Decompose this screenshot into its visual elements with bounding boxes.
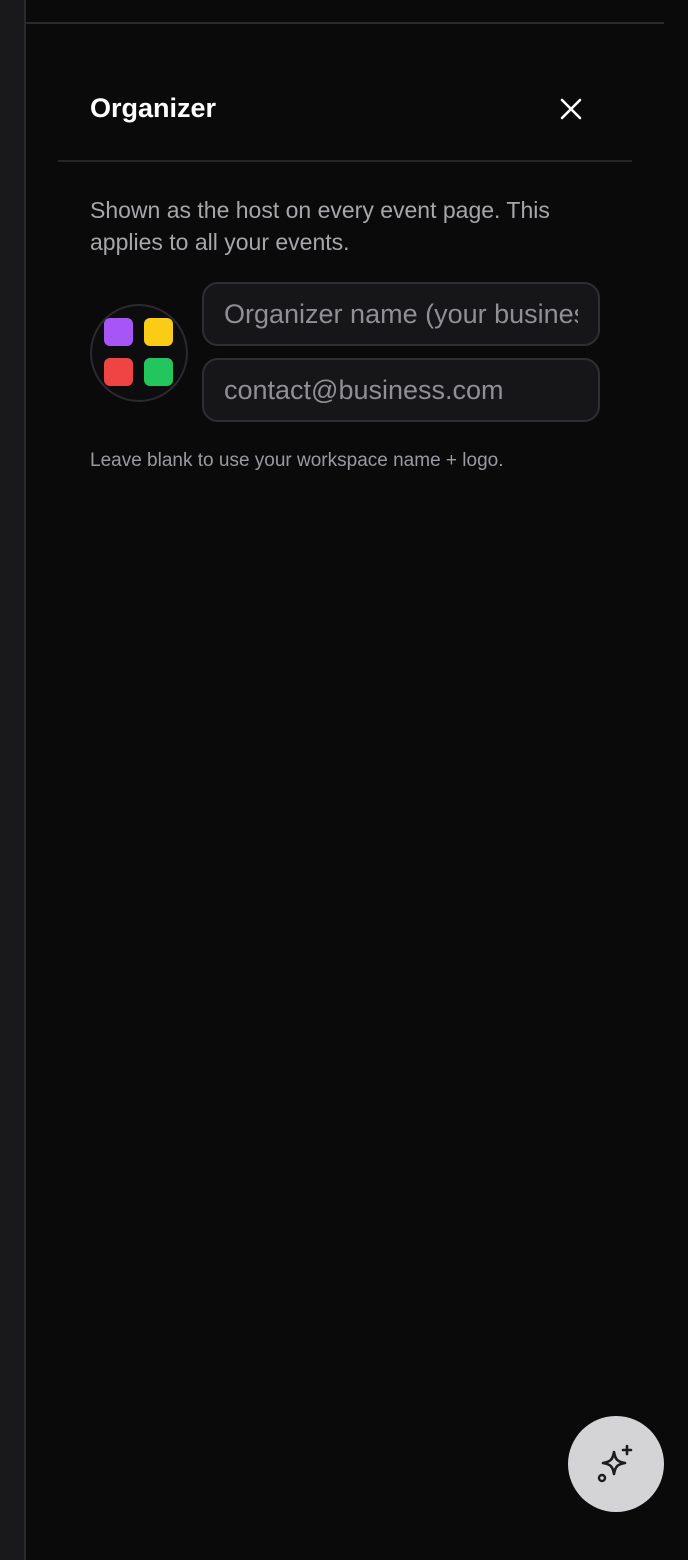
organizer-email-input[interactable] [202, 358, 600, 422]
close-icon [560, 98, 582, 120]
top-bar [26, 0, 664, 24]
background-page-edge [0, 0, 24, 1560]
panel-title: Organizer [90, 93, 217, 123]
sparkles-icon [597, 1444, 633, 1483]
close-button[interactable] [548, 94, 594, 124]
logo-square-red [104, 358, 133, 386]
assistant-button[interactable] [568, 1416, 664, 1512]
logo-square-purple [104, 318, 133, 346]
hint-text: Leave blank to use your workspace name +… [90, 450, 504, 471]
logo-square-yellow [144, 318, 173, 346]
panel-description: Shown as the host on every event page. T… [90, 197, 550, 255]
logo-square-green [144, 358, 173, 386]
organizer-panel: Organizer Shown as the host on every eve… [26, 24, 664, 1560]
organizer-logo-avatar[interactable] [90, 304, 188, 402]
organizer-name-input[interactable] [202, 282, 600, 346]
header-divider [58, 160, 632, 162]
app-root: Organizer Shown as the host on every eve… [0, 0, 688, 1560]
